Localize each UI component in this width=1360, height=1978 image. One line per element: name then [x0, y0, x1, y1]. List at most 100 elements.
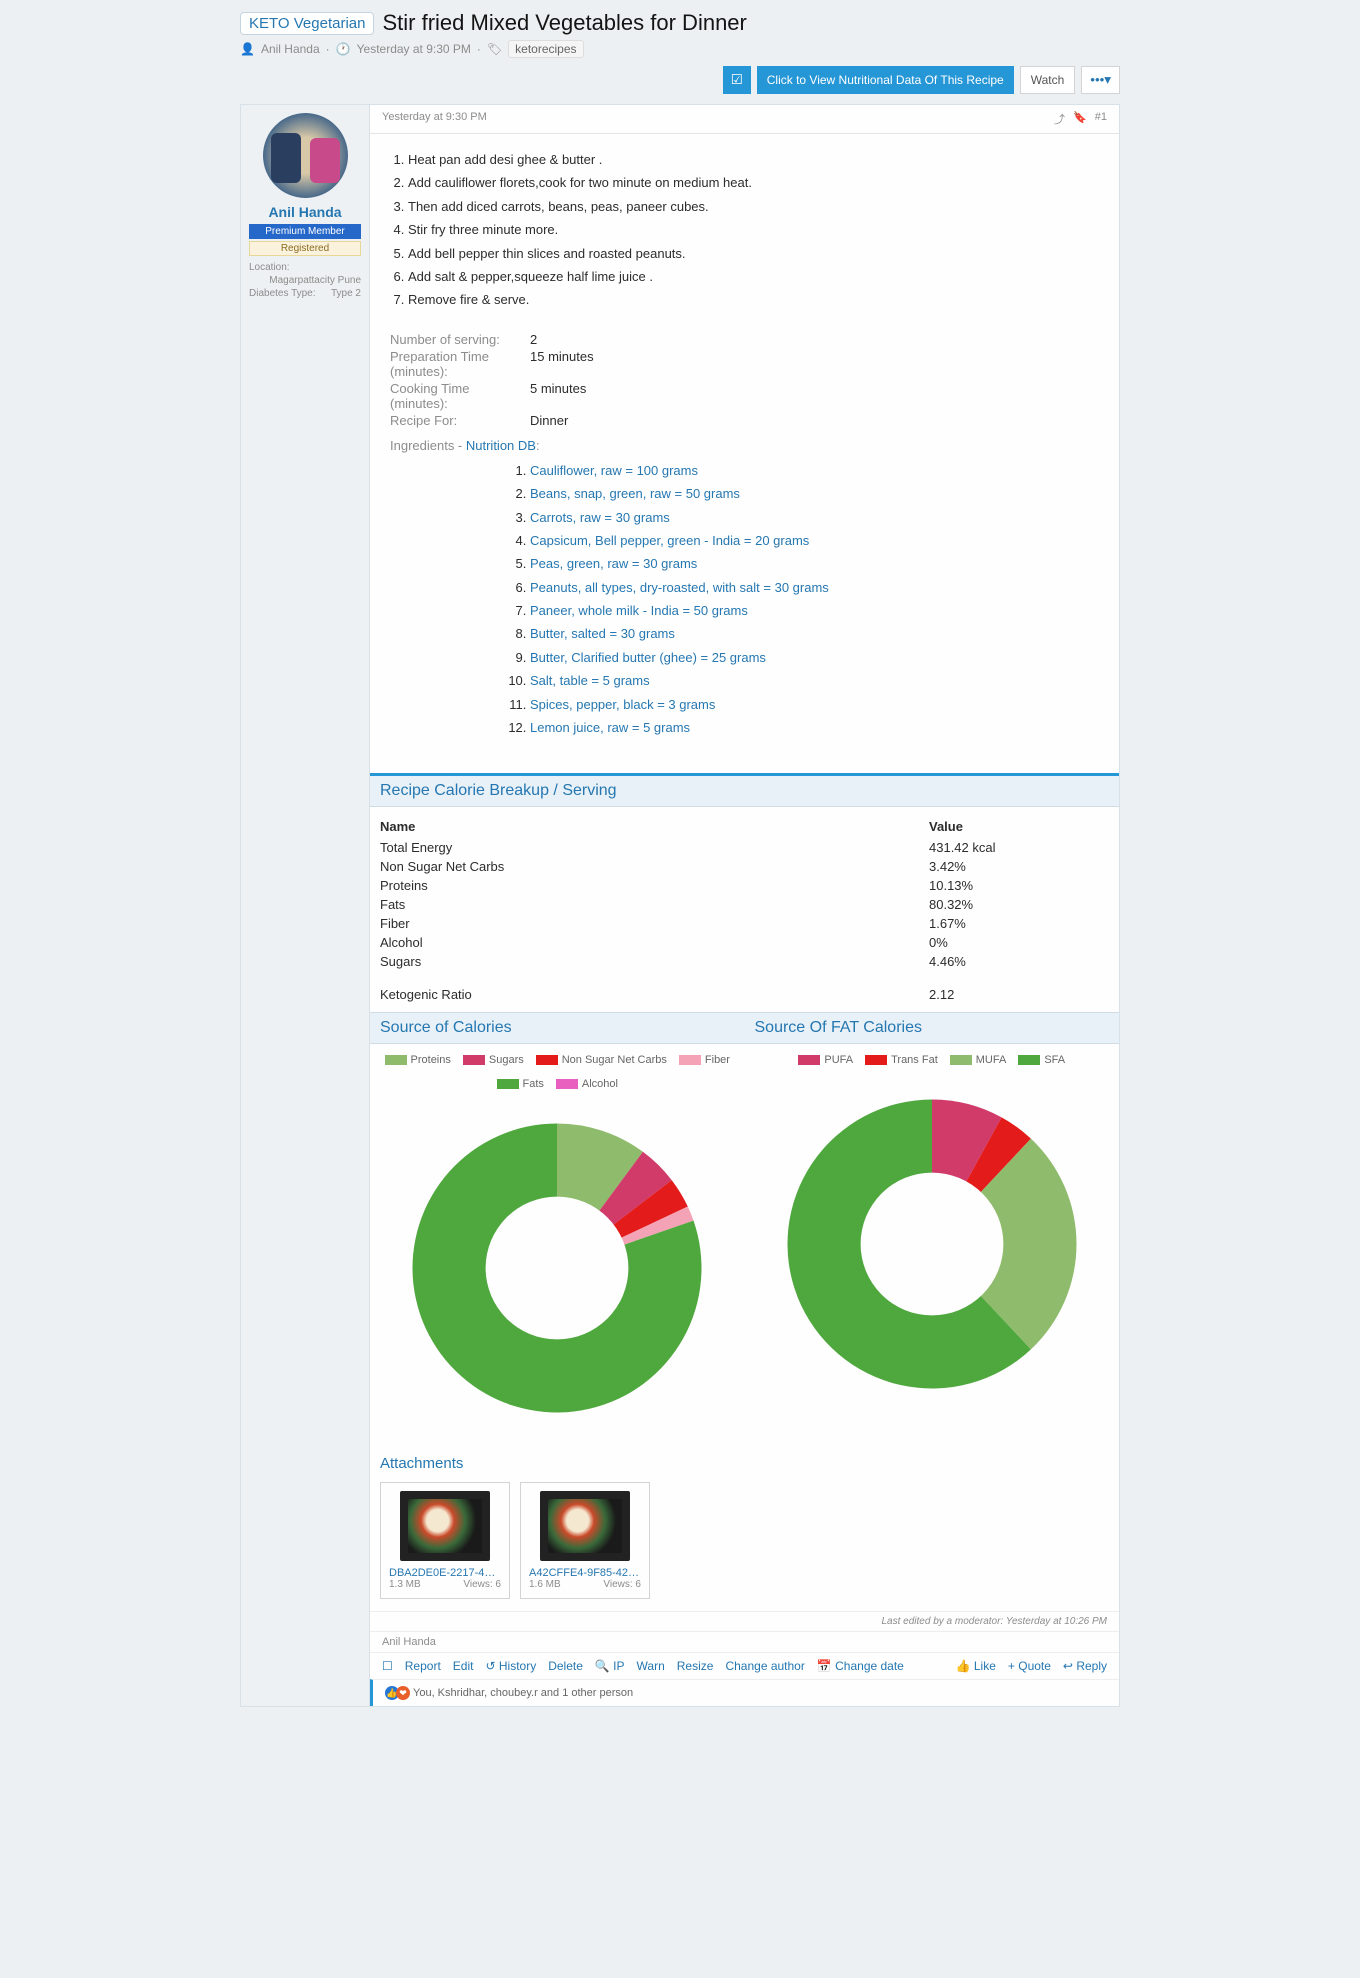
legend-item: Sugars — [463, 1054, 524, 1066]
legend-item: Proteins — [385, 1054, 451, 1066]
thread-tag[interactable]: ketorecipes — [508, 40, 583, 58]
action-report[interactable]: Report — [405, 1659, 441, 1673]
diabetes-label: Diabetes Type: — [249, 288, 316, 299]
action-ip[interactable]: 🔍 IP — [595, 1659, 625, 1673]
attachment-card[interactable]: DBA2DE0E-2217-47E...1.3 MBViews: 6 — [380, 1482, 510, 1599]
action-edit[interactable]: Edit — [453, 1659, 474, 1673]
legend-item: SFA — [1018, 1054, 1065, 1066]
action-resize[interactable]: Resize — [677, 1659, 714, 1673]
recipe-step: Stir fry three minute more. — [408, 218, 1099, 241]
post-time[interactable]: Yesterday at 9:30 PM — [382, 111, 487, 127]
calorie-section-title: Recipe Calorie Breakup / Serving — [370, 773, 1119, 807]
cal-value: 0% — [929, 935, 1109, 950]
ingredient-link[interactable]: Cauliflower, raw = 100 grams — [530, 463, 698, 478]
recipe-step: Add bell pepper thin slices and roasted … — [408, 242, 1099, 265]
check-icon-button[interactable]: ☑ — [723, 66, 751, 94]
thread-time: Yesterday at 9:30 PM — [357, 42, 471, 56]
cal-name: Sugars — [380, 954, 929, 969]
post-number[interactable]: #1 — [1095, 111, 1107, 127]
more-options-button[interactable]: •••▾ — [1081, 66, 1120, 94]
ingredient-link[interactable]: Capsicum, Bell pepper, green - India = 2… — [530, 533, 809, 548]
user-icon: 👤 — [240, 42, 255, 56]
action-warn[interactable]: Warn — [637, 1659, 665, 1673]
cook-value: 5 minutes — [530, 381, 586, 411]
col-value: Value — [929, 819, 1109, 834]
cal-name: Fats — [380, 897, 929, 912]
watch-button[interactable]: Watch — [1020, 66, 1076, 94]
recipe-steps: Heat pan add desi ghee & butter .Add cau… — [408, 148, 1099, 312]
legend-item: Fats — [497, 1078, 544, 1090]
quote-button[interactable]: + Quote — [1008, 1659, 1051, 1673]
avatar[interactable] — [263, 113, 348, 198]
action-change-author[interactable]: Change author — [725, 1659, 804, 1673]
cal-value: 3.42% — [929, 859, 1109, 874]
premium-badge: Premium Member — [249, 224, 361, 239]
reactions-bar[interactable]: 👍❤ You, Kshridhar, choubey.r and 1 other… — [370, 1679, 1119, 1706]
attachment-thumb[interactable] — [400, 1491, 490, 1561]
legend-item: Non Sugar Net Carbs — [536, 1054, 667, 1066]
reactions-text: You, Kshridhar, choubey.r and 1 other pe… — [413, 1687, 633, 1699]
ingredient-link[interactable]: Butter, Clarified butter (ghee) = 25 gra… — [530, 650, 766, 665]
ingredient-link[interactable]: Peas, green, raw = 30 grams — [530, 556, 697, 571]
chart2-title: Source Of FAT Calories — [745, 1013, 1120, 1043]
ratio-name: Ketogenic Ratio — [380, 987, 929, 1002]
location-label: Location: — [249, 262, 290, 273]
thread-author[interactable]: Anil Handa — [261, 42, 320, 56]
cook-label: Cooking Time (minutes): — [390, 381, 530, 411]
serving-label: Number of serving: — [390, 332, 530, 347]
select-checkbox[interactable]: ☐ — [382, 1659, 393, 1673]
username-link[interactable]: Anil Handa — [249, 204, 361, 220]
nutrition-db-link[interactable]: Nutrition DB — [466, 438, 536, 453]
action-delete[interactable]: Delete — [548, 1659, 583, 1673]
action-history[interactable]: ↺ History — [485, 1659, 536, 1673]
cal-value: 4.46% — [929, 954, 1109, 969]
ingredient-link[interactable]: Peanuts, all types, dry-roasted, with sa… — [530, 580, 829, 595]
cal-value: 1.67% — [929, 916, 1109, 931]
legend-item: Fiber — [679, 1054, 730, 1066]
ingredient-link[interactable]: Butter, salted = 30 grams — [530, 626, 675, 641]
recipe-step: Remove fire & serve. — [408, 288, 1099, 311]
like-button[interactable]: 👍 Like — [956, 1659, 996, 1673]
ingredient-link[interactable]: Salt, table = 5 grams — [530, 673, 650, 688]
for-value: Dinner — [530, 413, 568, 428]
attachment-name: DBA2DE0E-2217-47E... — [389, 1567, 501, 1579]
ingredient-link[interactable]: Lemon juice, raw = 5 grams — [530, 720, 690, 735]
attachment-card[interactable]: A42CFFE4-9F85-42C...1.6 MB Views: 6 — [520, 1482, 650, 1599]
attachment-size: 1.3 MB — [389, 1579, 421, 1590]
ingredients-label: Ingredients - — [390, 438, 466, 453]
col-name: Name — [380, 819, 929, 834]
prep-value: 15 minutes — [530, 349, 594, 379]
thread-prefix[interactable]: KETO Vegetarian — [240, 12, 374, 35]
diabetes-value: Type 2 — [331, 288, 361, 299]
nutritional-data-button[interactable]: Click to View Nutritional Data Of This R… — [757, 66, 1014, 94]
ingredients-list: Cauliflower, raw = 100 grams Beans, snap,… — [530, 459, 1099, 740]
ingredient-link[interactable]: Paneer, whole milk - India = 50 grams — [530, 603, 748, 618]
cal-value: 431.42 kcal — [929, 840, 1109, 855]
ingredient-link[interactable]: Spices, pepper, black = 3 grams — [530, 697, 715, 712]
registered-badge: Registered — [249, 241, 361, 256]
attachment-thumb[interactable] — [540, 1491, 630, 1561]
reply-button[interactable]: ↩ Reply — [1063, 1659, 1107, 1673]
ratio-value: 2.12 — [929, 987, 1109, 1002]
action-change-date[interactable]: 📅 Change date — [817, 1659, 904, 1673]
attachment-views: Views: 6 — [603, 1579, 641, 1590]
chart1-title: Source of Calories — [370, 1013, 745, 1043]
cal-value: 10.13% — [929, 878, 1109, 893]
cal-name: Alcohol — [380, 935, 929, 950]
attachment-name: A42CFFE4-9F85-42C... — [529, 1567, 641, 1579]
ingredient-link[interactable]: Beans, snap, green, raw = 50 grams — [530, 486, 740, 501]
cal-name: Proteins — [380, 878, 929, 893]
thread-title: Stir fried Mixed Vegetables for Dinner — [382, 10, 746, 36]
attachments-title: Attachments — [370, 1451, 1119, 1476]
legend-item: Trans Fat — [865, 1054, 938, 1066]
share-icon[interactable]: ⤴ — [1054, 111, 1065, 127]
edit-note: Last edited by a moderator: Yesterday at… — [370, 1611, 1119, 1631]
user-sidebar: Anil Handa Premium Member Registered Loc… — [240, 104, 370, 1707]
bookmark-icon[interactable]: 🔖 — [1073, 111, 1087, 127]
ingredient-link[interactable]: Carrots, raw = 30 grams — [530, 510, 670, 525]
cal-value: 80.32% — [929, 897, 1109, 912]
recipe-step: Then add diced carrots, beans, peas, pan… — [408, 195, 1099, 218]
attachment-size: 1.6 MB — [529, 1579, 561, 1590]
legend-item: Alcohol — [556, 1078, 618, 1090]
serving-value: 2 — [530, 332, 537, 347]
